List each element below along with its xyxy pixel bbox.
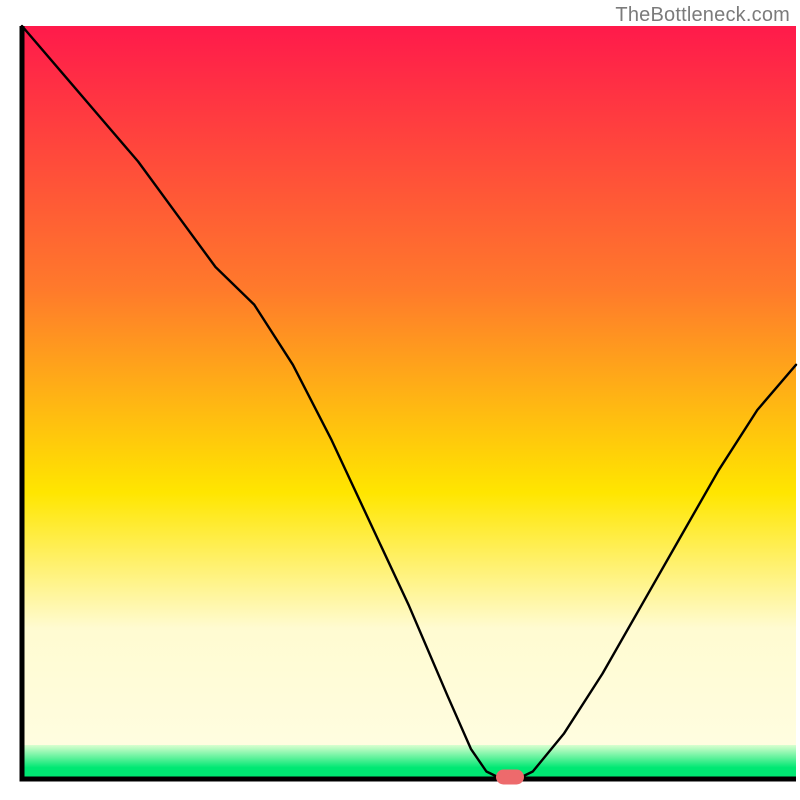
watermark-label: TheBottleneck.com bbox=[615, 4, 790, 27]
minimum-marker bbox=[496, 769, 524, 784]
plot-background bbox=[22, 26, 796, 779]
chart-stage: TheBottleneck.com bbox=[0, 0, 800, 800]
bottleneck-chart bbox=[0, 0, 800, 800]
